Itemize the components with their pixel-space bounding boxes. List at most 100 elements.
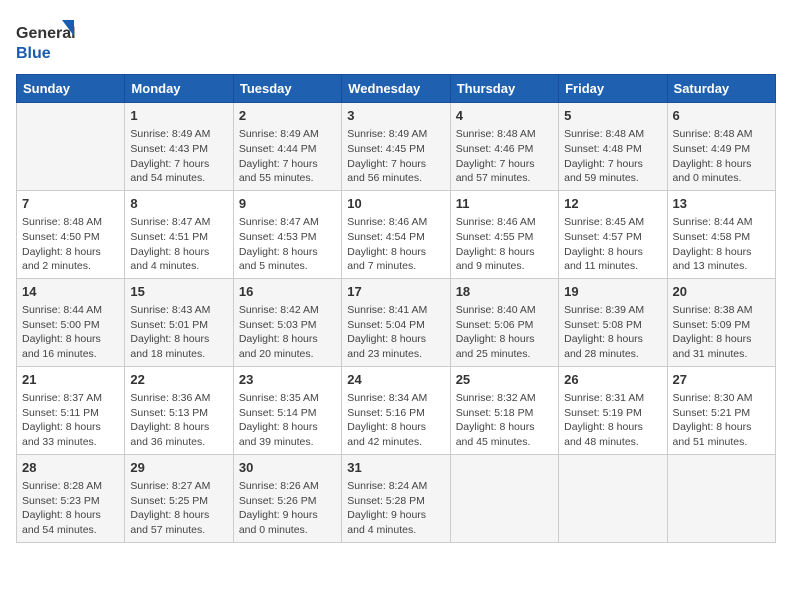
cell-2-4: 10Sunrise: 8:46 AMSunset: 4:54 PMDayligh…: [342, 190, 450, 278]
cell-content: Sunrise: 8:39 AMSunset: 5:08 PMDaylight:…: [564, 303, 661, 362]
cell-4-2: 22Sunrise: 8:36 AMSunset: 5:13 PMDayligh…: [125, 366, 233, 454]
day-number: 23: [239, 371, 336, 389]
cell-content: Sunrise: 8:37 AMSunset: 5:11 PMDaylight:…: [22, 391, 119, 450]
cell-content: Sunrise: 8:48 AMSunset: 4:46 PMDaylight:…: [456, 127, 553, 186]
cell-content: Sunrise: 8:44 AMSunset: 5:00 PMDaylight:…: [22, 303, 119, 362]
cell-content: Sunrise: 8:45 AMSunset: 4:57 PMDaylight:…: [564, 215, 661, 274]
week-row-4: 21 Sunrise: 8:37 AMSunset: 5:11 PMDayligh…: [17, 366, 776, 454]
day-number: 9: [239, 195, 336, 213]
cell-3-2: 15 Sunrise: 8:43 AMSunset: 5:01 PMDayligh…: [125, 278, 233, 366]
cell-1-4: 3 Sunrise: 8:49 AMSunset: 4:45 PMDaylight…: [342, 103, 450, 191]
cell-1-1: [17, 103, 125, 191]
cell-content: Sunrise: 8:32 AMSunset: 5:18 PMDaylight:…: [456, 391, 553, 450]
cell-content: Sunrise: 8:49 AMSunset: 4:44 PMDaylight:…: [239, 127, 336, 186]
cell-5-7: [667, 454, 775, 542]
day-number: 5: [564, 107, 661, 125]
cell-1-2: 1 Sunrise: 8:49 AMSunset: 4:43 PMDaylight…: [125, 103, 233, 191]
cell-4-1: 21 Sunrise: 8:37 AMSunset: 5:11 PMDayligh…: [17, 366, 125, 454]
header-day-saturday: Saturday: [667, 75, 775, 103]
cell-content: Sunrise: 8:26 AMSunset: 5:26 PMDaylight:…: [239, 479, 336, 538]
cell-5-5: [450, 454, 558, 542]
cell-content: Sunrise: 8:47 AMSunset: 4:53 PMDaylight:…: [239, 215, 336, 274]
cell-content: Sunrise: 8:49 AMSunset: 4:45 PMDaylight:…: [347, 127, 444, 186]
day-number: 4: [456, 107, 553, 125]
cell-3-7: 20 Sunrise: 8:38 AMSunset: 5:09 PMDayligh…: [667, 278, 775, 366]
svg-text:Blue: Blue: [16, 45, 51, 62]
header-day-monday: Monday: [125, 75, 233, 103]
cell-content: Sunrise: 8:47 AMSunset: 4:51 PMDaylight:…: [130, 215, 227, 274]
cell-5-6: [559, 454, 667, 542]
cell-1-6: 5Sunrise: 8:48 AMSunset: 4:48 PMDaylight…: [559, 103, 667, 191]
cell-content: Sunrise: 8:36 AMSunset: 5:13 PMDaylight:…: [130, 391, 227, 450]
cell-2-6: 12 Sunrise: 8:45 AMSunset: 4:57 PMDayligh…: [559, 190, 667, 278]
day-number: 24: [347, 371, 444, 389]
cell-3-6: 19 Sunrise: 8:39 AMSunset: 5:08 PMDayligh…: [559, 278, 667, 366]
header-day-friday: Friday: [559, 75, 667, 103]
cell-content: Sunrise: 8:41 AMSunset: 5:04 PMDaylight:…: [347, 303, 444, 362]
cell-2-2: 8 Sunrise: 8:47 AMSunset: 4:51 PMDaylight…: [125, 190, 233, 278]
cell-content: Sunrise: 8:31 AMSunset: 5:19 PMDaylight:…: [564, 391, 661, 450]
cell-1-7: 6 Sunrise: 8:48 AMSunset: 4:49 PMDaylight…: [667, 103, 775, 191]
day-number: 6: [673, 107, 770, 125]
day-number: 19: [564, 283, 661, 301]
header-day-sunday: Sunday: [17, 75, 125, 103]
cell-content: Sunrise: 8:30 AMSunset: 5:21 PMDaylight:…: [673, 391, 770, 450]
cell-content: Sunrise: 8:48 AMSunset: 4:50 PMDaylight:…: [22, 215, 119, 274]
cell-content: Sunrise: 8:42 AMSunset: 5:03 PMDaylight:…: [239, 303, 336, 362]
cell-content: Sunrise: 8:46 AMSunset: 4:55 PMDaylight:…: [456, 215, 553, 274]
cell-3-5: 18Sunrise: 8:40 AMSunset: 5:06 PMDayligh…: [450, 278, 558, 366]
cell-content: Sunrise: 8:46 AMSunset: 4:54 PMDaylight:…: [347, 215, 444, 274]
day-number: 11: [456, 195, 553, 213]
cell-content: Sunrise: 8:34 AMSunset: 5:16 PMDaylight:…: [347, 391, 444, 450]
day-number: 13: [673, 195, 770, 213]
day-number: 16: [239, 283, 336, 301]
cell-4-3: 23 Sunrise: 8:35 AMSunset: 5:14 PMDayligh…: [233, 366, 341, 454]
day-number: 25: [456, 371, 553, 389]
calendar-table: SundayMondayTuesdayWednesdayThursdayFrid…: [16, 74, 776, 543]
cell-2-7: 13 Sunrise: 8:44 AMSunset: 4:58 PMDayligh…: [667, 190, 775, 278]
day-number: 17: [347, 283, 444, 301]
cell-2-1: 7 Sunrise: 8:48 AMSunset: 4:50 PMDaylight…: [17, 190, 125, 278]
day-number: 15: [130, 283, 227, 301]
cell-content: Sunrise: 8:43 AMSunset: 5:01 PMDaylight:…: [130, 303, 227, 362]
day-number: 21: [22, 371, 119, 389]
cell-5-4: 31 Sunrise: 8:24 AMSunset: 5:28 PMDayligh…: [342, 454, 450, 542]
cell-1-5: 4 Sunrise: 8:48 AMSunset: 4:46 PMDaylight…: [450, 103, 558, 191]
cell-content: Sunrise: 8:28 AMSunset: 5:23 PMDaylight:…: [22, 479, 119, 538]
cell-content: Sunrise: 8:44 AMSunset: 4:58 PMDaylight:…: [673, 215, 770, 274]
day-number: 14: [22, 283, 119, 301]
day-number: 20: [673, 283, 770, 301]
cell-content: Sunrise: 8:48 AMSunset: 4:49 PMDaylight:…: [673, 127, 770, 186]
day-number: 26: [564, 371, 661, 389]
cell-3-4: 17 Sunrise: 8:41 AMSunset: 5:04 PMDayligh…: [342, 278, 450, 366]
header: GeneralBlue: [16, 16, 776, 66]
week-row-1: 1 Sunrise: 8:49 AMSunset: 4:43 PMDaylight…: [17, 103, 776, 191]
cell-content: Sunrise: 8:40 AMSunset: 5:06 PMDaylight:…: [456, 303, 553, 362]
day-number: 7: [22, 195, 119, 213]
cell-3-1: 14 Sunrise: 8:44 AMSunset: 5:00 PMDayligh…: [17, 278, 125, 366]
cell-4-6: 26 Sunrise: 8:31 AMSunset: 5:19 PMDayligh…: [559, 366, 667, 454]
cell-content: Sunrise: 8:38 AMSunset: 5:09 PMDaylight:…: [673, 303, 770, 362]
cell-content: Sunrise: 8:35 AMSunset: 5:14 PMDaylight:…: [239, 391, 336, 450]
day-number: 3: [347, 107, 444, 125]
day-number: 2: [239, 107, 336, 125]
cell-4-4: 24 Sunrise: 8:34 AMSunset: 5:16 PMDayligh…: [342, 366, 450, 454]
cell-content: Sunrise: 8:27 AMSunset: 5:25 PMDaylight:…: [130, 479, 227, 538]
cell-5-1: 28Sunrise: 8:28 AMSunset: 5:23 PMDayligh…: [17, 454, 125, 542]
cell-1-3: 2 Sunrise: 8:49 AMSunset: 4:44 PMDaylight…: [233, 103, 341, 191]
day-number: 1: [130, 107, 227, 125]
week-row-3: 14 Sunrise: 8:44 AMSunset: 5:00 PMDayligh…: [17, 278, 776, 366]
cell-5-2: 29Sunrise: 8:27 AMSunset: 5:25 PMDayligh…: [125, 454, 233, 542]
cell-content: Sunrise: 8:49 AMSunset: 4:43 PMDaylight:…: [130, 127, 227, 186]
cell-content: Sunrise: 8:24 AMSunset: 5:28 PMDaylight:…: [347, 479, 444, 538]
header-day-thursday: Thursday: [450, 75, 558, 103]
day-number: 31: [347, 459, 444, 477]
week-row-5: 28Sunrise: 8:28 AMSunset: 5:23 PMDayligh…: [17, 454, 776, 542]
logo-svg: GeneralBlue: [16, 16, 76, 66]
cell-4-5: 25 Sunrise: 8:32 AMSunset: 5:18 PMDayligh…: [450, 366, 558, 454]
cell-4-7: 27Sunrise: 8:30 AMSunset: 5:21 PMDayligh…: [667, 366, 775, 454]
cell-2-3: 9 Sunrise: 8:47 AMSunset: 4:53 PMDaylight…: [233, 190, 341, 278]
day-number: 12: [564, 195, 661, 213]
day-number: 8: [130, 195, 227, 213]
week-row-2: 7 Sunrise: 8:48 AMSunset: 4:50 PMDaylight…: [17, 190, 776, 278]
